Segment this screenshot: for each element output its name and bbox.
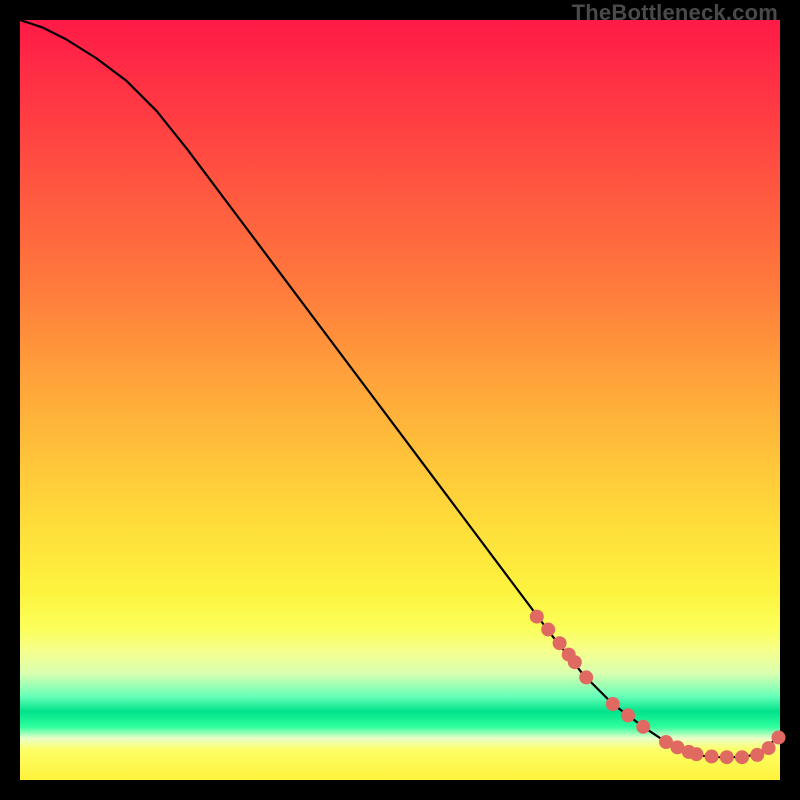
marker-dot	[553, 636, 567, 650]
marker-dot	[579, 670, 593, 684]
marker-dot	[762, 741, 776, 755]
curve-line	[20, 20, 780, 757]
marker-dot	[720, 750, 734, 764]
marker-dot	[771, 730, 785, 744]
plot-svg	[20, 20, 780, 780]
marker-dot	[606, 697, 620, 711]
watermark-text: TheBottleneck.com	[572, 0, 778, 26]
marker-dot	[530, 610, 544, 624]
marker-group	[530, 610, 786, 765]
marker-dot	[735, 750, 749, 764]
marker-dot	[621, 708, 635, 722]
marker-dot	[568, 655, 582, 669]
marker-dot	[689, 747, 703, 761]
plot-frame	[20, 20, 780, 780]
marker-dot	[636, 720, 650, 734]
marker-dot	[705, 749, 719, 763]
marker-dot	[541, 623, 555, 637]
